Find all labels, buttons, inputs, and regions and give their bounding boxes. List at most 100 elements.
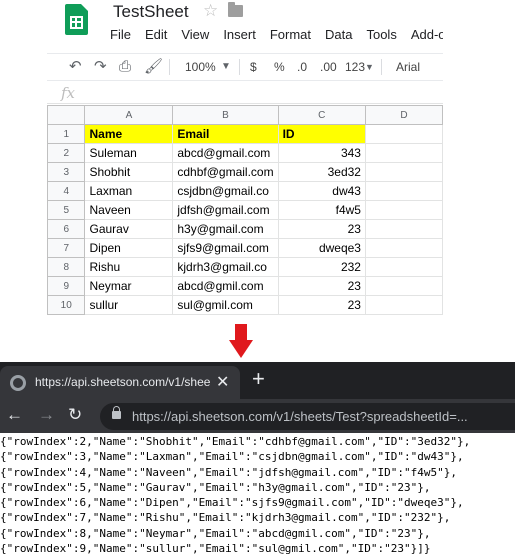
menu-view[interactable]: View bbox=[181, 27, 209, 43]
row-header[interactable]: 10 bbox=[47, 295, 86, 315]
reload-icon[interactable]: ↻ bbox=[68, 405, 82, 425]
cell[interactable]: Gaurav bbox=[84, 219, 174, 239]
cell[interactable]: Rishu bbox=[84, 257, 174, 277]
cell[interactable]: sjfs9@gmail.com bbox=[172, 238, 279, 258]
cell[interactable]: Naveen bbox=[84, 200, 174, 220]
cell[interactable] bbox=[364, 257, 443, 277]
column-header[interactable]: C bbox=[277, 105, 366, 125]
cell[interactable] bbox=[364, 295, 443, 315]
close-tab-icon[interactable]: ✕ bbox=[216, 372, 229, 392]
url-input[interactable]: https://api.sheetson.com/v1/sheets/Test?… bbox=[100, 403, 515, 430]
menu-file[interactable]: File bbox=[110, 27, 131, 43]
menu-data[interactable]: Data bbox=[325, 27, 352, 43]
cell[interactable]: sullur bbox=[84, 295, 174, 315]
table-row: 6 Gaurav h3y@gmail.com 23 bbox=[47, 219, 443, 239]
cell[interactable] bbox=[364, 219, 443, 239]
cell[interactable]: h3y@gmail.com bbox=[172, 219, 279, 239]
row-header[interactable]: 9 bbox=[47, 276, 86, 296]
cell[interactable]: ID bbox=[277, 124, 366, 144]
formula-bar[interactable]: fx bbox=[47, 82, 443, 104]
json-line: {"rowIndex":8,"Name":"Neymar","Email":"a… bbox=[0, 526, 431, 540]
browser-tab[interactable]: https://api.sheetson.com/v1/sheets ✕ bbox=[0, 366, 240, 399]
percent-format-button[interactable]: % bbox=[274, 58, 285, 76]
cell[interactable]: dw43 bbox=[277, 181, 366, 201]
currency-format-button[interactable]: $ bbox=[250, 58, 257, 76]
cell[interactable]: 3ed32 bbox=[277, 162, 366, 182]
folder-icon[interactable] bbox=[228, 2, 243, 17]
cell[interactable]: Suleman bbox=[84, 143, 174, 163]
star-icon[interactable]: ☆ bbox=[203, 1, 218, 21]
menu-addons[interactable]: Add-on bbox=[411, 27, 443, 43]
cell[interactable]: csjdbn@gmail.co bbox=[172, 181, 279, 201]
menu-tools[interactable]: Tools bbox=[366, 27, 396, 43]
column-header[interactable]: B bbox=[172, 105, 279, 125]
row-header[interactable]: 1 bbox=[47, 124, 86, 144]
forward-icon[interactable]: → bbox=[38, 405, 55, 425]
cell[interactable]: Shobhit bbox=[84, 162, 174, 182]
table-row: 1 Name Email ID bbox=[47, 124, 443, 144]
cell[interactable] bbox=[364, 162, 443, 182]
more-formats-dropdown-icon[interactable]: ▼ bbox=[365, 58, 374, 76]
undo-icon[interactable]: ↶ bbox=[69, 58, 82, 76]
cell[interactable]: Email bbox=[172, 124, 279, 144]
row-header[interactable]: 5 bbox=[47, 200, 86, 220]
new-tab-icon[interactable]: + bbox=[252, 366, 265, 392]
menu-format[interactable]: Format bbox=[270, 27, 311, 43]
row-header[interactable]: 7 bbox=[47, 238, 86, 258]
zoom-select[interactable]: 100% bbox=[185, 58, 216, 76]
increase-decimal-button[interactable]: .00 bbox=[320, 58, 337, 76]
row-header[interactable]: 4 bbox=[47, 181, 86, 201]
redo-icon[interactable]: ↷ bbox=[94, 58, 107, 76]
column-header[interactable]: D bbox=[364, 105, 443, 125]
menu-edit[interactable]: Edit bbox=[145, 27, 167, 43]
cell[interactable]: Name bbox=[84, 124, 174, 144]
json-line: {"rowIndex":6,"Name":"Dipen","Email":"sj… bbox=[0, 496, 464, 510]
corner-cell[interactable] bbox=[47, 105, 86, 125]
print-icon[interactable]: ⎙ bbox=[119, 58, 131, 76]
cell[interactable]: Neymar bbox=[84, 276, 174, 296]
cell[interactable]: 23 bbox=[277, 295, 366, 315]
cell[interactable]: sul@gmil.com bbox=[172, 295, 279, 315]
json-line: {"rowIndex":5,"Name":"Gaurav","Email":"h… bbox=[0, 480, 431, 494]
cell[interactable]: cdhbf@gmail.com bbox=[172, 162, 279, 182]
sheets-logo-icon[interactable] bbox=[65, 4, 88, 35]
cell[interactable]: Laxman bbox=[84, 181, 174, 201]
font-select[interactable]: Arial bbox=[396, 58, 420, 76]
cell[interactable]: abcd@gmil.com bbox=[172, 276, 279, 296]
cell[interactable] bbox=[364, 181, 443, 201]
cell[interactable] bbox=[364, 200, 443, 220]
column-header[interactable]: A bbox=[84, 105, 174, 125]
json-line: {"rowIndex":3,"Name":"Laxman","Email":"c… bbox=[0, 450, 464, 464]
cell[interactable] bbox=[364, 238, 443, 258]
document-title[interactable]: TestSheet bbox=[113, 2, 189, 22]
cell[interactable]: Dipen bbox=[84, 238, 174, 258]
zoom-dropdown-icon[interactable]: ▼ bbox=[221, 58, 231, 76]
back-icon[interactable]: ← bbox=[6, 405, 23, 425]
cell[interactable]: jdfsh@gmail.com bbox=[172, 200, 279, 220]
row-header[interactable]: 6 bbox=[47, 219, 86, 239]
cell[interactable]: dweqe3 bbox=[277, 238, 366, 258]
lock-icon[interactable] bbox=[112, 406, 121, 419]
menu-insert[interactable]: Insert bbox=[223, 27, 256, 43]
table-row: 7 Dipen sjfs9@gmail.com dweqe3 bbox=[47, 238, 443, 258]
cell[interactable]: f4w5 bbox=[277, 200, 366, 220]
row-header[interactable]: 3 bbox=[47, 162, 86, 182]
cell[interactable]: 23 bbox=[277, 276, 366, 296]
row-header[interactable]: 8 bbox=[47, 257, 86, 277]
tab-title: https://api.sheetson.com/v1/sheets bbox=[35, 375, 210, 389]
table-row: 9 Neymar abcd@gmil.com 23 bbox=[47, 276, 443, 296]
cell[interactable]: abcd@gmail.com bbox=[172, 143, 279, 163]
cell[interactable]: 343 bbox=[277, 143, 366, 163]
cell[interactable]: kjdrh3@gmail.co bbox=[172, 257, 279, 277]
row-header[interactable]: 2 bbox=[47, 143, 86, 163]
paint-format-icon[interactable]: 🖌 bbox=[144, 58, 163, 76]
url-text[interactable]: https://api.sheetson.com/v1/sheets/Test?… bbox=[132, 409, 468, 424]
more-formats-button[interactable]: 123 bbox=[345, 58, 365, 76]
cell[interactable] bbox=[364, 124, 443, 144]
cell[interactable]: 23 bbox=[277, 219, 366, 239]
json-line: {"rowIndex":7,"Name":"Rishu","Email":"kj… bbox=[0, 511, 451, 525]
cell[interactable] bbox=[364, 276, 443, 296]
cell[interactable] bbox=[364, 143, 443, 163]
cell[interactable]: 232 bbox=[277, 257, 366, 277]
decrease-decimal-button[interactable]: .0 bbox=[297, 58, 307, 76]
